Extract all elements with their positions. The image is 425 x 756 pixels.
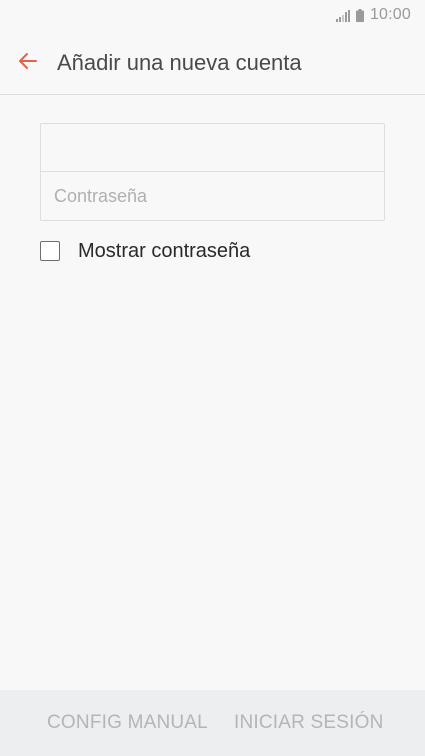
status-icons: 10:00 xyxy=(335,5,411,25)
sign-in-button[interactable]: INICIAR SESIÓN xyxy=(234,712,384,734)
status-bar: 10:00 xyxy=(0,0,425,30)
manual-setup-button[interactable]: CONFIG MANUAL xyxy=(47,712,208,734)
back-button[interactable] xyxy=(14,49,42,77)
password-field[interactable] xyxy=(41,172,384,220)
page-title: Añadir una nueva cuenta xyxy=(57,50,302,75)
show-password-toggle[interactable]: Mostrar contraseña xyxy=(40,239,250,263)
battery-icon xyxy=(355,8,364,22)
signal-icon xyxy=(335,9,350,22)
show-password-checkbox[interactable] xyxy=(40,241,60,261)
username-field[interactable] xyxy=(41,124,384,172)
login-form xyxy=(40,123,385,221)
app-bar: Añadir una nueva cuenta xyxy=(0,32,425,95)
status-time: 10:00 xyxy=(369,6,411,23)
arrow-left-icon xyxy=(16,49,40,78)
bottom-action-bar: CONFIG MANUAL INICIAR SESIÓN xyxy=(0,690,425,756)
show-password-label: Mostrar contraseña xyxy=(78,239,251,262)
